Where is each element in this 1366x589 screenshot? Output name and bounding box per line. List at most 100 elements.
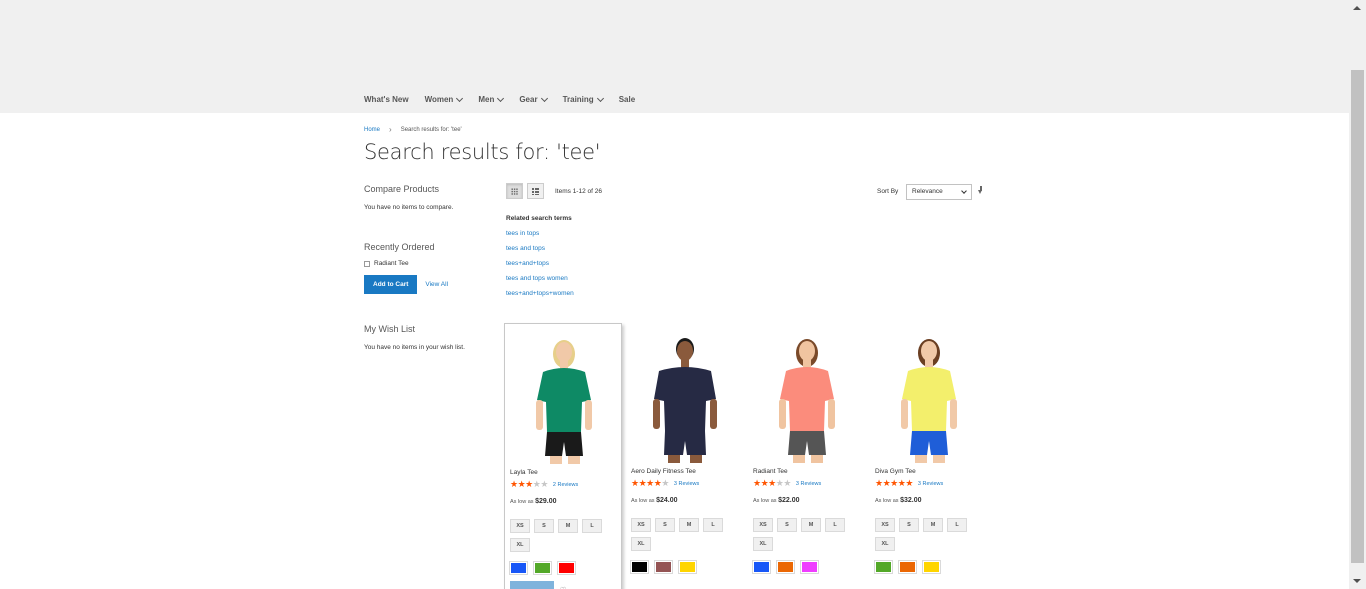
product-image[interactable] bbox=[748, 329, 866, 463]
model-right-leg bbox=[690, 455, 702, 463]
list-mode-button[interactable] bbox=[527, 183, 544, 199]
size-option[interactable]: M bbox=[923, 518, 943, 532]
sort-by-value: Relevance bbox=[912, 188, 943, 195]
size-option[interactable]: S bbox=[534, 519, 554, 533]
model-left-arm bbox=[901, 399, 908, 429]
related-search-terms: Related search terms tees in tops tees an… bbox=[506, 215, 574, 305]
model-neck bbox=[560, 360, 568, 369]
model-face bbox=[921, 341, 937, 361]
product-card[interactable]: Layla Tee ★★★★★ 2 Reviews As low as $29.… bbox=[504, 323, 622, 589]
nav-item-sale[interactable]: Sale bbox=[619, 95, 635, 104]
color-swatch[interactable] bbox=[533, 561, 552, 575]
color-swatch[interactable] bbox=[509, 561, 528, 575]
size-option[interactable]: XL bbox=[875, 537, 895, 551]
color-swatch[interactable] bbox=[557, 561, 576, 575]
reviews-link[interactable]: 3 Reviews bbox=[918, 481, 943, 487]
color-swatch[interactable] bbox=[800, 560, 819, 574]
product-image-container[interactable] bbox=[626, 329, 744, 463]
scroll-up-arrow-icon[interactable] bbox=[1353, 6, 1361, 10]
size-option[interactable]: M bbox=[558, 519, 578, 533]
related-term-link[interactable]: tees and tops women bbox=[506, 275, 574, 282]
product-name-link[interactable]: Aero Daily Fitness Tee bbox=[631, 468, 696, 475]
size-options: XS S M L XL bbox=[510, 519, 618, 557]
nav-item-label: What's New bbox=[364, 95, 409, 104]
color-swatch[interactable] bbox=[678, 560, 697, 574]
product-image[interactable] bbox=[626, 329, 744, 463]
size-option[interactable]: XL bbox=[631, 537, 651, 551]
product-add-to-cart-button[interactable] bbox=[510, 581, 554, 589]
model-shirt bbox=[902, 367, 956, 431]
nav-item-label: Training bbox=[562, 95, 594, 104]
related-term-link[interactable]: tees+and+tops bbox=[506, 260, 574, 267]
recently-ordered-checkbox[interactable] bbox=[364, 260, 370, 267]
color-swatch[interactable] bbox=[776, 560, 795, 574]
related-term-link[interactable]: tees+and+tops+women bbox=[506, 290, 574, 297]
model-shorts bbox=[788, 431, 826, 455]
size-option[interactable]: L bbox=[947, 518, 967, 532]
size-option[interactable]: XS bbox=[631, 518, 651, 532]
size-option[interactable]: XS bbox=[875, 518, 895, 532]
nav-item-label: Gear bbox=[519, 95, 538, 104]
nav-item-what-s-new[interactable]: What's New bbox=[364, 95, 409, 104]
add-to-cart-button[interactable]: Add to Cart bbox=[364, 275, 418, 294]
color-swatch[interactable] bbox=[654, 560, 673, 574]
star-icon: ★ bbox=[783, 478, 791, 488]
color-swatch[interactable] bbox=[630, 560, 649, 574]
product-image[interactable] bbox=[870, 329, 988, 463]
breadcrumb-home-link[interactable]: Home bbox=[364, 127, 380, 133]
nav-item-men[interactable]: Men bbox=[478, 94, 505, 104]
scrollbar[interactable] bbox=[1349, 0, 1366, 589]
nav-item-women[interactable]: Women bbox=[425, 94, 464, 104]
color-swatches bbox=[630, 560, 703, 574]
nav-item-gear[interactable]: Gear bbox=[519, 94, 548, 104]
sort-by-select[interactable]: Relevance bbox=[906, 184, 972, 200]
star-icon: ★ bbox=[510, 479, 518, 489]
color-swatch[interactable] bbox=[874, 560, 893, 574]
size-option[interactable]: L bbox=[825, 518, 845, 532]
reviews-link[interactable]: 2 Reviews bbox=[553, 482, 578, 488]
product-card[interactable]: Diva Gym Tee ★★★★★ 3 Reviews As low as $… bbox=[870, 323, 988, 589]
product-image-container[interactable] bbox=[870, 329, 988, 463]
price-label: As low as bbox=[753, 498, 777, 504]
product-image-container[interactable] bbox=[748, 329, 866, 463]
price-value: $22.00 bbox=[778, 497, 800, 504]
reviews-link[interactable]: 3 Reviews bbox=[674, 481, 699, 487]
size-option[interactable]: XL bbox=[753, 537, 773, 551]
product-name-link[interactable]: Radiant Tee bbox=[753, 468, 788, 475]
grid-mode-button[interactable] bbox=[506, 183, 523, 199]
reviews-link[interactable]: 3 Reviews bbox=[796, 481, 821, 487]
product-rating: ★★★★★ 3 Reviews bbox=[631, 479, 699, 488]
scrollbar-thumb[interactable] bbox=[1351, 70, 1364, 563]
model-neck bbox=[681, 359, 689, 368]
size-option[interactable]: M bbox=[801, 518, 821, 532]
size-option[interactable]: S bbox=[899, 518, 919, 532]
size-option[interactable]: M bbox=[679, 518, 699, 532]
model-face bbox=[677, 341, 693, 361]
size-option[interactable]: S bbox=[655, 518, 675, 532]
view-all-link[interactable]: View All bbox=[425, 281, 448, 288]
page-title: Search results for: 'tee' bbox=[364, 140, 601, 164]
product-name-link[interactable]: Diva Gym Tee bbox=[875, 468, 916, 475]
size-option[interactable]: XS bbox=[753, 518, 773, 532]
size-option[interactable]: L bbox=[582, 519, 602, 533]
product-card[interactable]: Aero Daily Fitness Tee ★★★★★ 3 Reviews A… bbox=[626, 323, 744, 589]
star-icon: ★ bbox=[875, 478, 883, 488]
sort-direction-arrow-icon[interactable] bbox=[978, 186, 983, 195]
related-term-link[interactable]: tees in tops bbox=[506, 230, 574, 237]
related-term-link[interactable]: tees and tops bbox=[506, 245, 574, 252]
product-image-container[interactable] bbox=[505, 330, 623, 464]
price-label: As low as bbox=[631, 498, 655, 504]
size-option[interactable]: XL bbox=[510, 538, 530, 552]
size-option[interactable]: XS bbox=[510, 519, 530, 533]
color-swatch[interactable] bbox=[898, 560, 917, 574]
size-option[interactable]: S bbox=[777, 518, 797, 532]
product-card[interactable]: Radiant Tee ★★★★★ 3 Reviews As low as $2… bbox=[748, 323, 866, 589]
color-swatch[interactable] bbox=[922, 560, 941, 574]
scroll-down-arrow-icon[interactable] bbox=[1353, 579, 1361, 583]
nav-item-training[interactable]: Training bbox=[562, 94, 604, 104]
size-option[interactable]: L bbox=[703, 518, 723, 532]
breadcrumb-separator: › bbox=[389, 125, 392, 134]
product-name-link[interactable]: Layla Tee bbox=[510, 469, 538, 476]
color-swatch[interactable] bbox=[752, 560, 771, 574]
product-image[interactable] bbox=[505, 330, 623, 464]
